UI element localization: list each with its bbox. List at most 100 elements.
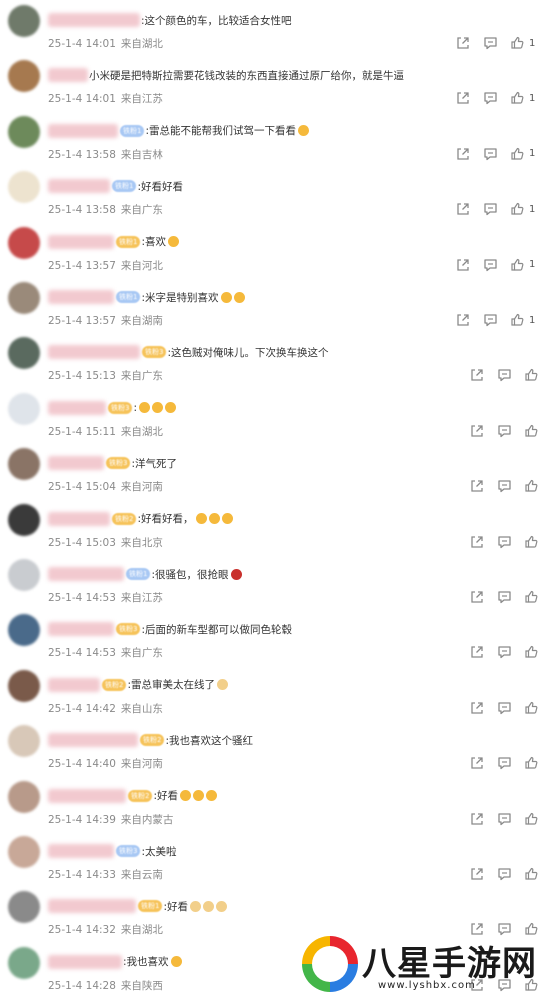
fan-badge: 铁粉2 — [128, 789, 153, 802]
comment-header: 铁粉3:洋气死了 — [48, 454, 177, 472]
like-icon[interactable] — [510, 202, 524, 216]
share-icon[interactable] — [470, 535, 484, 549]
comment-date: 25-1-4 14:01 — [48, 38, 116, 50]
username-blurred[interactable] — [48, 844, 114, 858]
avatar[interactable] — [8, 503, 40, 536]
username-blurred[interactable] — [48, 954, 122, 969]
reply-icon[interactable] — [483, 202, 498, 216]
comment-text: :我也喜欢这个骚红 — [165, 734, 254, 747]
share-icon[interactable] — [456, 313, 470, 327]
share-icon[interactable] — [456, 36, 470, 50]
comment-actions — [470, 755, 538, 771]
share-icon[interactable] — [456, 258, 470, 272]
username-blurred[interactable] — [48, 899, 136, 914]
avatar[interactable] — [8, 171, 40, 204]
avatar[interactable] — [8, 559, 40, 591]
reply-icon[interactable] — [497, 479, 512, 493]
reply-icon[interactable] — [497, 535, 512, 549]
like-icon[interactable] — [524, 590, 538, 604]
username-blurred[interactable] — [48, 345, 140, 360]
comment-header: 铁粉2:好看好看， — [48, 510, 233, 528]
reply-icon[interactable] — [483, 147, 498, 161]
avatar[interactable] — [8, 725, 40, 758]
share-icon[interactable] — [470, 701, 484, 715]
like-icon[interactable] — [524, 645, 538, 659]
share-icon[interactable] — [470, 812, 484, 826]
comment-actions: 1 — [456, 201, 535, 217]
username-blurred[interactable] — [48, 400, 106, 415]
reply-icon[interactable] — [497, 812, 512, 826]
avatar[interactable] — [8, 337, 40, 370]
like-icon[interactable] — [510, 91, 524, 105]
username-blurred[interactable] — [48, 456, 104, 471]
like-icon[interactable] — [510, 147, 524, 161]
avatar[interactable] — [8, 226, 40, 259]
comment-location: 来自吉林 — [120, 148, 163, 161]
like-icon[interactable] — [524, 535, 538, 549]
like-icon[interactable] — [524, 812, 538, 826]
comment-location: 来自江苏 — [120, 592, 163, 604]
like-icon[interactable] — [524, 701, 538, 715]
comment-header: 铁粉3:这色贼对俺味儿。下次换车换这个 — [48, 343, 329, 361]
reply-icon[interactable] — [497, 368, 512, 382]
username-blurred[interactable] — [48, 290, 114, 304]
share-icon[interactable] — [456, 202, 470, 216]
reply-icon[interactable] — [497, 867, 512, 881]
avatar[interactable] — [8, 946, 40, 979]
comment-header: 小米硬是把特斯拉需要花钱改装的东西直接通过原厂给你，就是牛逼 — [48, 66, 404, 84]
avatar[interactable] — [8, 780, 40, 813]
like-icon[interactable] — [510, 36, 524, 50]
username-blurred[interactable] — [48, 511, 110, 526]
username-blurred[interactable] — [48, 13, 140, 27]
like-icon[interactable] — [524, 424, 538, 438]
share-icon[interactable] — [470, 756, 484, 770]
username-blurred[interactable] — [48, 788, 126, 803]
share-icon[interactable] — [470, 645, 484, 659]
avatar[interactable] — [8, 614, 40, 647]
like-icon[interactable] — [524, 756, 538, 770]
username-blurred[interactable] — [48, 179, 110, 194]
username-blurred[interactable] — [48, 123, 118, 138]
reply-icon[interactable] — [497, 756, 512, 770]
like-icon[interactable] — [524, 479, 538, 493]
reply-icon[interactable] — [497, 590, 512, 604]
reply-icon[interactable] — [497, 424, 512, 438]
share-icon[interactable] — [470, 590, 484, 604]
like-icon[interactable] — [524, 867, 538, 881]
avatar[interactable] — [8, 115, 40, 148]
avatar[interactable] — [8, 60, 40, 93]
username-blurred[interactable] — [48, 733, 138, 748]
share-icon[interactable] — [456, 91, 470, 105]
share-icon[interactable] — [470, 479, 484, 493]
avatar[interactable] — [8, 891, 40, 924]
avatar[interactable] — [8, 448, 40, 481]
avatar[interactable] — [8, 669, 40, 702]
like-icon[interactable] — [524, 368, 538, 382]
comment-meta: 25-1-4 13:57 来自河北 — [48, 258, 163, 273]
share-icon[interactable] — [470, 867, 484, 881]
comment-row: 铁粉3:太美啦 25-1-4 14:33 来自云南 — [0, 834, 550, 889]
reply-icon[interactable] — [483, 91, 498, 105]
reply-icon[interactable] — [497, 645, 512, 659]
reply-icon[interactable] — [497, 701, 512, 715]
like-icon[interactable] — [510, 313, 524, 327]
reply-icon[interactable] — [483, 313, 498, 327]
avatar[interactable] — [8, 392, 40, 425]
avatar[interactable] — [8, 5, 40, 37]
avatar[interactable] — [8, 282, 40, 314]
share-icon[interactable] — [470, 424, 484, 438]
username-blurred[interactable] — [48, 622, 114, 637]
username-blurred[interactable] — [48, 234, 114, 249]
share-icon[interactable] — [470, 368, 484, 382]
comment-text: :好看 — [153, 790, 179, 803]
reply-icon[interactable] — [483, 258, 498, 272]
username-blurred[interactable] — [48, 677, 100, 692]
share-icon[interactable] — [456, 147, 470, 161]
like-icon[interactable] — [510, 258, 524, 272]
username-blurred[interactable] — [48, 68, 88, 83]
emoji-icon — [220, 291, 232, 303]
reply-icon[interactable] — [483, 36, 498, 50]
comment-text: :很骚包，很抢眼 — [151, 568, 229, 581]
avatar[interactable] — [8, 836, 40, 868]
username-blurred[interactable] — [48, 567, 124, 581]
